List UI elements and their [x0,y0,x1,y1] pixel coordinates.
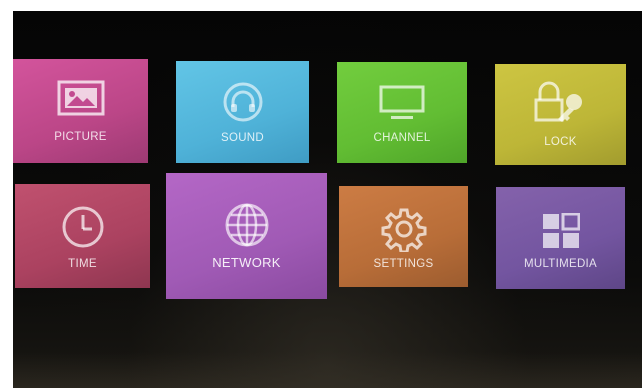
menu-tile-sound-label: SOUND [220,132,265,144]
menu-tile-multimedia-label: MULTIMEDIA [523,258,598,270]
picture-icon [13,79,148,117]
clock-icon [15,204,150,250]
gear-icon [339,206,468,252]
menu-tile-settings-label: SETTINGS [373,258,434,270]
menu-tile-picture-label: PICTURE [54,131,107,143]
menu-tile-time-label: TIME [68,258,97,270]
menu-tile-picture[interactable]: PICTURE [13,59,148,163]
monitor-icon [337,84,467,122]
menu-tile-channel-label: CHANNEL [373,132,431,144]
lock-key-icon [495,80,626,124]
tv-screen: PICTURE SOUND CHANNEL LOCK TIME NETWORK … [13,11,642,388]
menu-tile-multimedia[interactable]: MULTIMEDIA [496,187,625,289]
headphones-icon [176,81,309,123]
screen-reflection [13,352,642,388]
menu-tile-network-label: NETWORK [212,255,281,270]
globe-icon [166,201,327,249]
grid-icon [496,213,625,249]
menu-tile-sound[interactable]: SOUND [176,61,309,163]
menu-tile-channel[interactable]: CHANNEL [337,62,467,163]
menu-tile-settings[interactable]: SETTINGS [339,186,468,287]
menu-tile-network[interactable]: NETWORK [166,173,327,299]
menu-tile-time[interactable]: TIME [15,184,150,288]
menu-tile-lock[interactable]: LOCK [495,64,626,165]
menu-tile-lock-label: LOCK [544,136,577,148]
